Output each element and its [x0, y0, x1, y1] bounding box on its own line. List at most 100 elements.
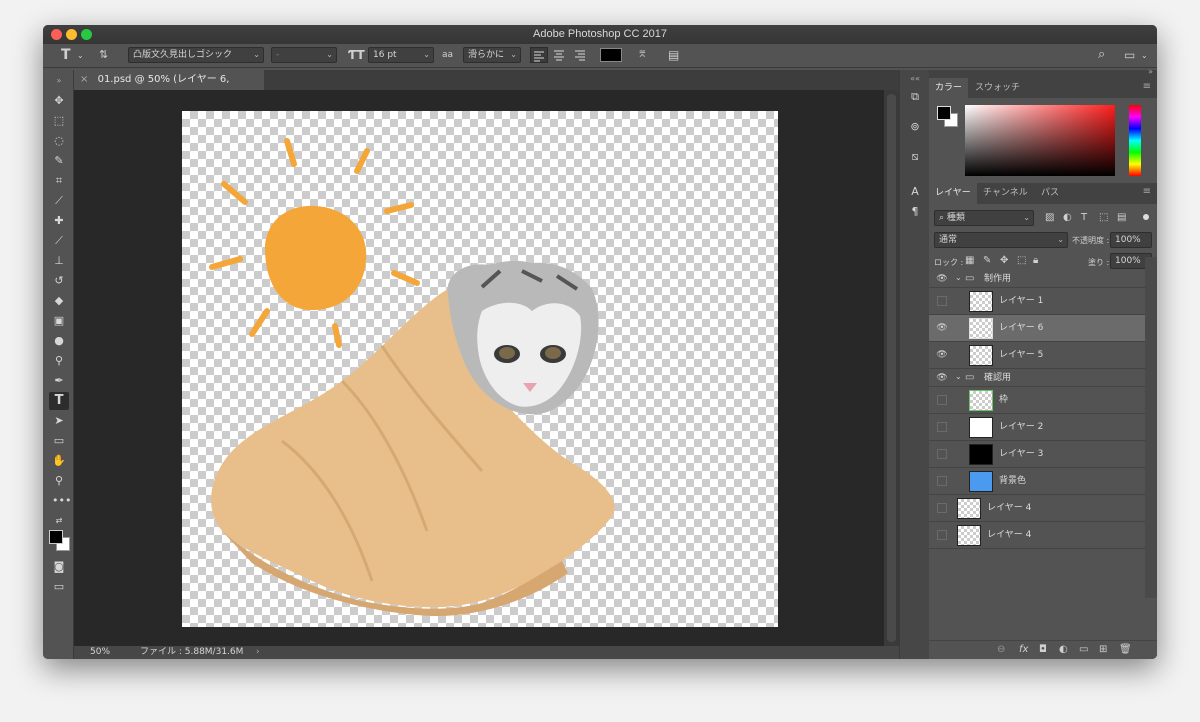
eraser-tool-icon[interactable]: ◆ — [52, 294, 66, 308]
tab-paths[interactable]: パス — [1035, 183, 1065, 204]
adjustment-layer-icon[interactable]: ◐ — [1059, 642, 1068, 658]
document-tab[interactable]: × 01.psd @ 50% (レイヤー 6, RGB/8) * — [74, 70, 264, 105]
paragraph-panel-icon[interactable]: ¶ — [908, 205, 922, 219]
filter-type-icon[interactable]: T — [1081, 210, 1087, 226]
hue-slider[interactable] — [1129, 105, 1141, 176]
chevron-down-icon[interactable]: ⌄ — [1141, 48, 1148, 64]
type-tool-preset-icon[interactable]: T — [61, 47, 71, 63]
panel-menu-icon[interactable]: ≡ — [1143, 81, 1151, 92]
layer-row[interactable]: 枠 — [929, 387, 1145, 414]
status-menu-arrow[interactable]: › — [256, 646, 260, 659]
lock-artboard-icon[interactable]: ⬚ — [1017, 253, 1026, 269]
layer-row[interactable]: 👁︎ レイヤー 6 — [929, 315, 1145, 342]
eye-icon[interactable]: 👁︎ — [936, 349, 948, 361]
toggle-text-orientation-icon[interactable]: ⇅ — [99, 47, 108, 63]
font-family-select[interactable]: 凸版文久見出しゴシック ⌄ — [128, 47, 264, 63]
lasso-tool-icon[interactable]: ◌ — [52, 134, 66, 148]
brush-tool-icon[interactable]: ⟋ — [52, 234, 66, 248]
marquee-tool-icon[interactable]: ⬚ — [52, 114, 66, 128]
pen-tool-icon[interactable]: ✒ — [52, 374, 66, 388]
layer-row[interactable]: レイヤー 4 — [929, 522, 1145, 549]
layer-filter-select[interactable]: ⌕ 種類 ⌄ — [934, 210, 1034, 226]
color-panel-foreground-swatch[interactable] — [937, 106, 951, 120]
delete-layer-icon[interactable]: 🗑︎ — [1119, 642, 1132, 658]
foreground-color-swatch[interactable] — [49, 530, 63, 544]
layer-row[interactable]: レイヤー 3 — [929, 441, 1145, 468]
healing-brush-tool-icon[interactable]: ✚ — [52, 214, 66, 228]
tab-swatches[interactable]: スウォッチ — [969, 78, 1026, 98]
character-panel-icon[interactable]: A — [908, 185, 922, 199]
close-window-button[interactable] — [51, 29, 62, 40]
filter-toggle[interactable] — [1143, 214, 1149, 220]
zoom-window-button[interactable] — [81, 29, 92, 40]
font-size-select[interactable]: 16 pt ⌄ — [368, 47, 434, 63]
properties-panel-icon[interactable]: ⊚ — [908, 120, 922, 134]
search-icon[interactable]: ⌕ — [1098, 47, 1105, 63]
text-color-swatch[interactable] — [600, 48, 622, 62]
blend-mode-select[interactable]: 通常 ⌄ — [934, 232, 1068, 248]
history-panel-icon[interactable]: ⧉ — [908, 90, 922, 104]
layer-row[interactable]: レイヤー 4 — [929, 495, 1145, 522]
panel-menu-icon[interactable]: ≡ — [1143, 186, 1151, 197]
type-tool-icon[interactable]: T — [49, 392, 69, 410]
lock-all-icon[interactable]: 🔒︎ — [1033, 253, 1038, 269]
layer-group-row[interactable]: 👁︎ ⌄ ▭ 確認用 — [929, 369, 1145, 387]
workspace-icon[interactable]: ▭ — [1124, 47, 1135, 63]
eye-icon[interactable]: 👁︎ — [936, 372, 948, 384]
visibility-toggle[interactable] — [937, 296, 947, 306]
move-tool-icon[interactable]: ✥ — [52, 94, 66, 108]
path-selection-tool-icon[interactable]: ➤ — [52, 414, 66, 428]
align-right-button[interactable] — [572, 47, 590, 63]
tab-channels[interactable]: チャンネル — [977, 183, 1034, 204]
add-mask-icon[interactable]: ◘ — [1039, 642, 1047, 658]
chevron-down-icon[interactable]: ⌄ — [77, 48, 84, 64]
zoom-level[interactable]: 50% — [90, 646, 110, 659]
canvas-vertical-scrollbar[interactable] — [884, 90, 899, 646]
filter-shape-icon[interactable]: ⬚ — [1099, 210, 1108, 226]
screen-mode-icon[interactable]: ▭ — [52, 580, 66, 594]
new-layer-icon[interactable]: ⊞ — [1099, 642, 1107, 658]
history-brush-tool-icon[interactable]: ↺ — [52, 274, 66, 288]
antialias-select[interactable]: 滑らかに ⌄ — [463, 47, 521, 63]
rectangle-tool-icon[interactable]: ▭ — [52, 434, 66, 448]
eyedropper-tool-icon[interactable]: ⟋ — [52, 194, 66, 208]
font-style-select[interactable]: - ⌄ — [271, 47, 337, 63]
layer-style-icon[interactable]: fx — [1019, 642, 1028, 658]
crop-tool-icon[interactable]: ⌗ — [52, 174, 66, 188]
layer-row[interactable]: レイヤー 1 — [929, 288, 1145, 315]
close-tab-icon[interactable]: × — [80, 74, 88, 85]
eye-icon[interactable]: 👁︎ — [936, 322, 948, 334]
lock-position-icon[interactable]: ✥ — [1000, 253, 1008, 269]
collapse-icon[interactable]: «« — [908, 72, 922, 86]
lock-transparent-icon[interactable]: ▦ — [965, 253, 974, 269]
align-left-button[interactable] — [530, 47, 548, 63]
dodge-tool-icon[interactable]: ⚲ — [52, 354, 66, 368]
new-group-icon[interactable]: ▭ — [1079, 642, 1088, 658]
lock-image-icon[interactable]: ✎ — [983, 253, 991, 269]
filter-pixel-icon[interactable]: ▨ — [1045, 210, 1054, 226]
visibility-toggle[interactable] — [937, 422, 947, 432]
color-field[interactable] — [965, 105, 1115, 176]
quick-selection-tool-icon[interactable]: ✎ — [52, 154, 66, 168]
gradient-tool-icon[interactable]: ▣ — [52, 314, 66, 328]
layer-row[interactable]: 背景色 — [929, 468, 1145, 495]
adjustments-panel-icon[interactable]: ⧅ — [908, 150, 922, 164]
chevron-down-icon[interactable]: ⌄ — [955, 273, 962, 282]
collapse-icon[interactable]: » — [52, 74, 66, 88]
collapse-icon[interactable]: » — [1148, 67, 1153, 76]
visibility-toggle[interactable] — [937, 530, 947, 540]
clone-stamp-tool-icon[interactable]: ⊥ — [52, 254, 66, 268]
visibility-toggle[interactable] — [937, 449, 947, 459]
more-tools-icon[interactable]: ••• — [52, 494, 71, 508]
opacity-field[interactable]: 100% — [1110, 232, 1152, 248]
chevron-down-icon[interactable]: ⌄ — [955, 372, 962, 381]
layer-group-row[interactable]: 👁︎ ⌄ ▭ 制作用 — [929, 270, 1145, 288]
tab-color[interactable]: カラー — [929, 78, 969, 98]
eye-icon[interactable]: 👁︎ — [936, 273, 948, 285]
link-layers-icon[interactable]: ⊖ — [997, 642, 1005, 658]
minimize-window-button[interactable] — [66, 29, 77, 40]
filter-adjustment-icon[interactable]: ◐ — [1063, 210, 1072, 226]
layer-row[interactable]: 👁︎ レイヤー 5 — [929, 342, 1145, 369]
character-panel-icon[interactable]: ▤ — [668, 47, 679, 63]
swap-colors-icon[interactable]: ⇄ — [52, 514, 66, 528]
